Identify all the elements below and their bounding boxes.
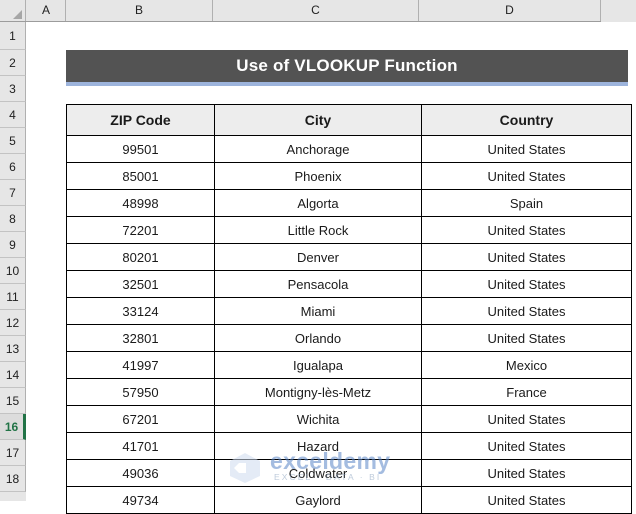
row-header-2[interactable]: 2 [0, 50, 26, 76]
row-header-1[interactable]: 1 [0, 22, 26, 50]
row-header-16[interactable]: 16 [0, 414, 26, 440]
table-row: 41997 Igualapa Mexico [66, 351, 632, 379]
cell-zip-code[interactable]: 41701 [66, 432, 215, 460]
table-row: 41701 Hazard United States [66, 432, 632, 460]
cell-zip-code[interactable]: 48998 [66, 189, 215, 217]
cell-city[interactable]: Pensacola [214, 270, 422, 298]
column-header-b[interactable]: B [66, 0, 213, 21]
column-header-bar: A B C D [0, 0, 636, 22]
cell-country[interactable]: United States [421, 459, 632, 487]
table-header-row: ZIP Code City Country [66, 104, 632, 136]
cell-country[interactable]: Mexico [421, 351, 632, 379]
table-row: 32501 Pensacola United States [66, 270, 632, 298]
cell-zip-code[interactable]: 67201 [66, 405, 215, 433]
cell-country[interactable]: Spain [421, 189, 632, 217]
cell-city[interactable]: Coldwater [214, 459, 422, 487]
row-header-bar: 1 2 3 4 5 6 7 8 9 10 11 12 13 14 15 16 17 18 [0, 22, 26, 501]
select-all-triangle-icon [13, 10, 22, 19]
cell-city[interactable]: Orlando [214, 324, 422, 352]
cell-country[interactable]: United States [421, 432, 632, 460]
cell-country[interactable]: United States [421, 216, 632, 244]
cell-zip-code[interactable]: 57950 [66, 378, 215, 406]
cell-country[interactable]: United States [421, 270, 632, 298]
row-header-18[interactable]: 18 [0, 466, 26, 492]
cell-country[interactable]: United States [421, 162, 632, 190]
cell-city[interactable]: Little Rock [214, 216, 422, 244]
cell-city[interactable]: Anchorage [214, 135, 422, 163]
row-header-9[interactable]: 9 [0, 232, 26, 258]
row-header-4[interactable]: 4 [0, 102, 26, 128]
cell-zip-code[interactable]: 72201 [66, 216, 215, 244]
table-row: 48998 Algorta Spain [66, 189, 632, 217]
table-row: 80201 Denver United States [66, 243, 632, 271]
table-row: 49734 Gaylord United States [66, 486, 632, 514]
cell-zip-code[interactable]: 49036 [66, 459, 215, 487]
cell-country[interactable]: United States [421, 486, 632, 514]
column-header-country: Country [421, 104, 632, 136]
row-header-10[interactable]: 10 [0, 258, 26, 284]
cell-city[interactable]: Igualapa [214, 351, 422, 379]
row-header-13[interactable]: 13 [0, 336, 26, 362]
cell-country[interactable]: United States [421, 243, 632, 271]
cell-country[interactable]: United States [421, 324, 632, 352]
cell-city[interactable]: Gaylord [214, 486, 422, 514]
cell-city[interactable]: Wichita [214, 405, 422, 433]
column-header-c[interactable]: C [213, 0, 419, 21]
cell-country[interactable]: France [421, 378, 632, 406]
table-body: 99501 Anchorage United States 85001 Phoenix U… [66, 135, 632, 514]
cell-country[interactable]: United States [421, 405, 632, 433]
cell-city[interactable]: Algorta [214, 189, 422, 217]
row-header-15[interactable]: 15 [0, 388, 26, 414]
row-header-8[interactable]: 8 [0, 206, 26, 232]
column-header-e[interactable] [601, 0, 636, 22]
table-row: 72201 Little Rock United States [66, 216, 632, 244]
row-header-6[interactable]: 6 [0, 154, 26, 180]
table-row: 57950 Montigny-lès-Metz France [66, 378, 632, 406]
cell-city[interactable]: Montigny-lès-Metz [214, 378, 422, 406]
cell-zip-code[interactable]: 32801 [66, 324, 215, 352]
page-title: Use of VLOOKUP Function [236, 56, 458, 75]
row-header-3[interactable]: 3 [0, 76, 26, 102]
row-header-7[interactable]: 7 [0, 180, 26, 206]
title-banner: Use of VLOOKUP Function [66, 50, 628, 86]
select-all-corner-button[interactable] [0, 0, 26, 21]
cell-city[interactable]: Denver [214, 243, 422, 271]
cell-city[interactable]: Hazard [214, 432, 422, 460]
column-header-zip-code: ZIP Code [66, 104, 215, 136]
cell-zip-code[interactable]: 32501 [66, 270, 215, 298]
row-header-11[interactable]: 11 [0, 284, 26, 310]
cell-city[interactable]: Phoenix [214, 162, 422, 190]
table-row: 32801 Orlando United States [66, 324, 632, 352]
column-header-city: City [214, 104, 422, 136]
cell-zip-code[interactable]: 99501 [66, 135, 215, 163]
row-header-5[interactable]: 5 [0, 128, 26, 154]
cell-zip-code[interactable]: 49734 [66, 486, 215, 514]
table-row: 33124 Miami United States [66, 297, 632, 325]
column-header-d[interactable]: D [419, 0, 601, 21]
cell-country[interactable]: United States [421, 297, 632, 325]
table-row: 99501 Anchorage United States [66, 135, 632, 163]
row-header-17[interactable]: 17 [0, 440, 26, 466]
cell-zip-code[interactable]: 85001 [66, 162, 215, 190]
spreadsheet-canvas: A B C D 1 2 3 4 5 6 7 8 9 10 11 12 13 14 15 16 17 18 Use … [0, 0, 636, 514]
table-row: 49036 Coldwater United States [66, 459, 632, 487]
row-header-14[interactable]: 14 [0, 362, 26, 388]
lookup-data-table: ZIP Code City Country 99501 Anchorage Unit… [66, 104, 632, 514]
cell-country[interactable]: United States [421, 135, 632, 163]
row-header-12[interactable]: 12 [0, 310, 26, 336]
table-row: 85001 Phoenix United States [66, 162, 632, 190]
cell-zip-code[interactable]: 33124 [66, 297, 215, 325]
cell-zip-code[interactable]: 80201 [66, 243, 215, 271]
table-row: 67201 Wichita United States [66, 405, 632, 433]
cell-zip-code[interactable]: 41997 [66, 351, 215, 379]
cell-city[interactable]: Miami [214, 297, 422, 325]
column-header-a[interactable]: A [27, 0, 66, 21]
